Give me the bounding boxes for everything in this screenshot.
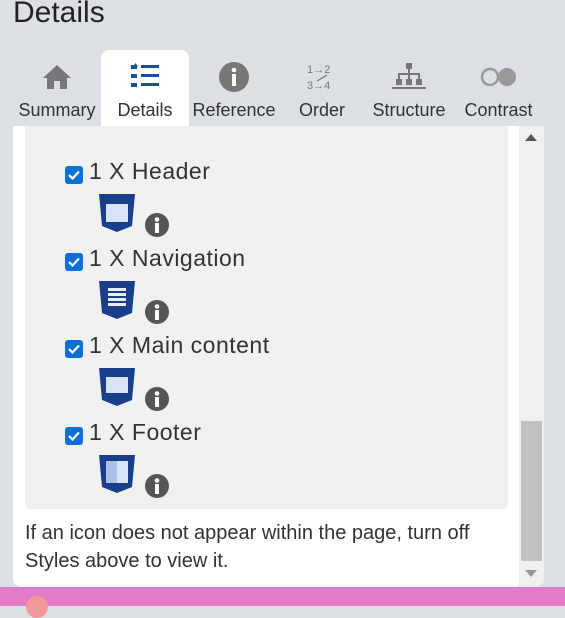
- info-icon[interactable]: [145, 213, 169, 237]
- footer-region-icon: [98, 455, 136, 495]
- item-label: 1 X Footer: [89, 419, 202, 445]
- footer-checkbox[interactable]: [65, 427, 83, 445]
- details-results-list[interactable]: 1 X Header 1 X Navigation 1 X Main conte…: [25, 126, 508, 509]
- header-checkbox[interactable]: [65, 166, 83, 184]
- tab-label: Reference: [192, 100, 276, 120]
- tab-reference[interactable]: Reference: [189, 50, 279, 126]
- svg-text:1→2: 1→2: [307, 64, 330, 76]
- main-content-checkbox[interactable]: [65, 340, 83, 358]
- info-icon[interactable]: [145, 300, 169, 324]
- list-icon: [125, 58, 165, 96]
- structure-icon: [389, 58, 429, 96]
- item-label: 1 X Main content: [89, 332, 270, 358]
- scroll-up-arrow[interactable]: [525, 134, 537, 141]
- scrollbar[interactable]: [519, 126, 544, 587]
- details-content: 1 X Header 1 X Navigation 1 X Main conte…: [13, 126, 519, 587]
- tab-label: Contrast: [464, 100, 533, 120]
- item-label: 1 X Navigation: [89, 245, 246, 271]
- header-region-icon: [98, 194, 136, 234]
- notification-badge: [26, 596, 48, 618]
- list-item-footer: 1 X Footer: [25, 415, 508, 498]
- page-title: Details: [13, 0, 105, 29]
- tab-contrast[interactable]: Contrast: [453, 50, 544, 126]
- scroll-down-arrow[interactable]: [525, 570, 537, 577]
- list-item-main-content: 1 X Main content: [25, 328, 508, 411]
- tab-label: Order: [298, 100, 345, 120]
- navigation-region-icon: [98, 281, 136, 321]
- tab-label: Summary: [18, 100, 96, 120]
- list-item-navigation: 1 X Navigation: [25, 241, 508, 324]
- info-icon[interactable]: [145, 387, 169, 411]
- tab-label: Structure: [372, 100, 446, 120]
- list-item-header: 1 X Header: [25, 154, 508, 237]
- scroll-thumb[interactable]: [521, 421, 542, 561]
- tab-structure[interactable]: Structure: [365, 50, 453, 126]
- tab-label: Details: [117, 100, 173, 120]
- svg-text:3→4: 3→4: [307, 80, 330, 92]
- help-text: If an icon does not appear within the pa…: [25, 522, 470, 572]
- bottom-strip: [0, 587, 565, 606]
- tab-order[interactable]: 1→2 3→4 Order: [279, 50, 365, 126]
- navigation-checkbox[interactable]: [65, 253, 83, 271]
- item-label: 1 X Header: [89, 158, 211, 184]
- contrast-icon: [479, 58, 519, 96]
- home-icon: [37, 58, 77, 96]
- tab-bar: Summary Details Reference 1→2 3→4 Order …: [13, 50, 544, 126]
- wave-panel: Summary Details Reference 1→2 3→4 Order …: [13, 50, 544, 587]
- tab-summary[interactable]: Summary: [13, 50, 101, 126]
- info-icon[interactable]: [145, 474, 169, 498]
- info-icon: [214, 58, 254, 96]
- tab-details[interactable]: Details: [101, 50, 189, 126]
- order-icon: 1→2 3→4: [302, 58, 342, 96]
- main-region-icon: [98, 368, 136, 408]
